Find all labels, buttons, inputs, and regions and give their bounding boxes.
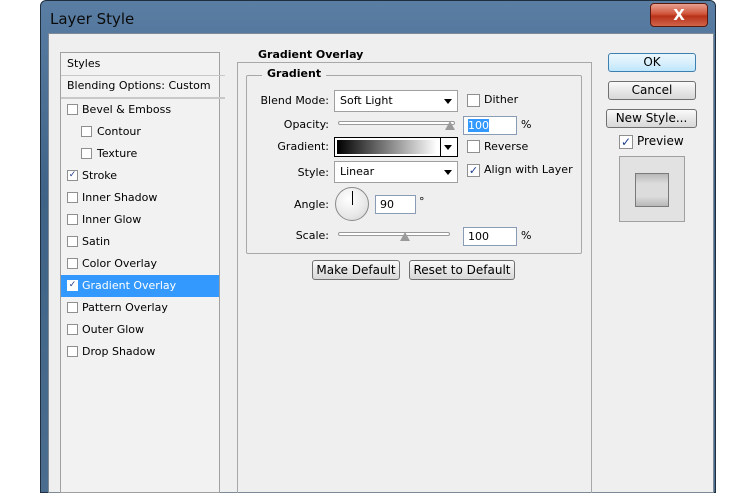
styles-header[interactable]: Styles [61, 53, 225, 76]
style-item-checkbox[interactable] [67, 258, 78, 269]
style-item-checkbox[interactable] [67, 192, 78, 203]
chevron-down-icon [444, 99, 452, 104]
gradient-preview-swatch [337, 140, 437, 154]
style-item-checkbox[interactable] [67, 346, 78, 357]
style-item-checkbox[interactable]: ✓ [67, 170, 78, 181]
opacity-input[interactable]: 100 [463, 116, 517, 135]
style-item-stroke[interactable]: ✓ Stroke [61, 165, 219, 187]
gradient-picker[interactable] [334, 137, 458, 157]
style-item-checkbox[interactable] [67, 214, 78, 225]
style-item-color-overlay[interactable]: Color Overlay [61, 253, 219, 275]
style-item-label: Drop Shadow [82, 345, 156, 358]
style-item-label: Bevel & Emboss [82, 103, 172, 116]
style-item-label: Stroke [82, 169, 118, 182]
new-style-button[interactable]: New Style... [606, 109, 697, 128]
blend-mode-label: Blend Mode: [260, 94, 330, 107]
style-item-checkbox[interactable]: ✓ [67, 280, 78, 291]
gradient-label: Gradient: [277, 140, 329, 153]
close-icon: X [673, 6, 685, 24]
style-item-inner-glow[interactable]: Inner Glow [61, 209, 219, 231]
reverse-label: Reverse [484, 140, 529, 153]
style-dropdown[interactable]: Linear [334, 161, 458, 183]
style-item-checkbox[interactable] [67, 302, 78, 313]
angle-input[interactable]: 90 [375, 195, 416, 214]
style-item-checkbox[interactable] [67, 324, 78, 335]
style-item-checkbox[interactable] [81, 126, 92, 137]
style-label: Style: [297, 166, 329, 179]
scale-input[interactable]: 100 [463, 227, 517, 246]
reverse-checkbox[interactable] [467, 140, 480, 153]
style-item-drop-shadow[interactable]: Drop Shadow [61, 341, 219, 363]
opacity-label: Opacity: [283, 118, 329, 131]
style-item-label: Inner Glow [82, 213, 142, 226]
angle-dial-needle [352, 191, 353, 205]
window-title: Layer Style [50, 10, 135, 28]
scale-unit: % [521, 229, 532, 242]
style-item-inner-shadow[interactable]: Inner Shadow [61, 187, 219, 209]
style-value: Linear [340, 165, 375, 178]
opacity-slider-thumb[interactable] [445, 121, 455, 130]
preview-swatch [635, 173, 669, 207]
style-item-label: Pattern Overlay [82, 301, 168, 314]
blend-mode-value: Soft Light [340, 94, 393, 107]
close-button[interactable]: X [650, 3, 708, 27]
styles-list-panel: Styles Blending Options: Custom Bevel & … [60, 52, 225, 493]
gradient-overlay-title: Gradient Overlay [253, 48, 369, 61]
style-preview-thumbnail [619, 156, 685, 222]
ok-button[interactable]: OK [608, 53, 696, 72]
style-item-label: Color Overlay [82, 257, 157, 270]
style-item-label: Gradient Overlay [82, 279, 177, 292]
style-item-contour[interactable]: Contour [61, 121, 219, 143]
style-item-label: Satin [82, 235, 111, 248]
opacity-slider-track[interactable] [338, 121, 455, 125]
dither-checkbox[interactable] [467, 94, 480, 107]
blend-mode-dropdown[interactable]: Soft Light [334, 90, 458, 112]
style-item-bevel-emboss[interactable]: Bevel & Emboss [61, 99, 219, 121]
align-with-layer-label: Align with Layer [484, 163, 573, 176]
style-item-checkbox[interactable] [67, 104, 78, 115]
dither-label: Dither [484, 93, 519, 106]
scale-label: Scale: [295, 229, 329, 242]
style-item-gradient-overlay[interactable]: ✓ Gradient Overlay [61, 275, 219, 297]
style-item-checkbox[interactable] [67, 236, 78, 247]
preview-checkbox[interactable]: ✓ [619, 135, 633, 149]
style-item-texture[interactable]: Texture [61, 143, 219, 165]
style-item-satin[interactable]: Satin [61, 231, 219, 253]
chevron-down-icon [444, 170, 452, 175]
align-with-layer-checkbox[interactable]: ✓ [467, 164, 480, 177]
scale-slider-thumb[interactable] [400, 232, 411, 241]
cancel-button[interactable]: Cancel [608, 81, 696, 100]
angle-dial[interactable] [335, 187, 369, 221]
style-item-label: Contour [97, 125, 141, 138]
preview-label: Preview [637, 134, 684, 148]
style-item-checkbox[interactable] [81, 148, 92, 159]
make-default-button[interactable]: Make Default [312, 260, 400, 280]
angle-unit: ° [419, 195, 425, 208]
opacity-value: 100 [468, 119, 489, 132]
style-item-label: Outer Glow [82, 323, 145, 336]
angle-label: Angle: [293, 198, 329, 211]
blending-options-item[interactable]: Blending Options: Custom [61, 75, 225, 99]
gradient-dropdown-toggle[interactable] [440, 138, 457, 156]
reset-to-default-button[interactable]: Reset to Default [409, 260, 515, 280]
chevron-down-icon [444, 145, 452, 150]
style-item-label: Texture [97, 147, 138, 160]
gradient-group-title: Gradient [262, 67, 327, 80]
opacity-unit: % [521, 118, 532, 131]
style-item-pattern-overlay[interactable]: Pattern Overlay [61, 297, 219, 319]
scale-slider-track[interactable] [338, 232, 450, 236]
style-item-outer-glow[interactable]: Outer Glow [61, 319, 219, 341]
style-item-label: Inner Shadow [82, 191, 158, 204]
